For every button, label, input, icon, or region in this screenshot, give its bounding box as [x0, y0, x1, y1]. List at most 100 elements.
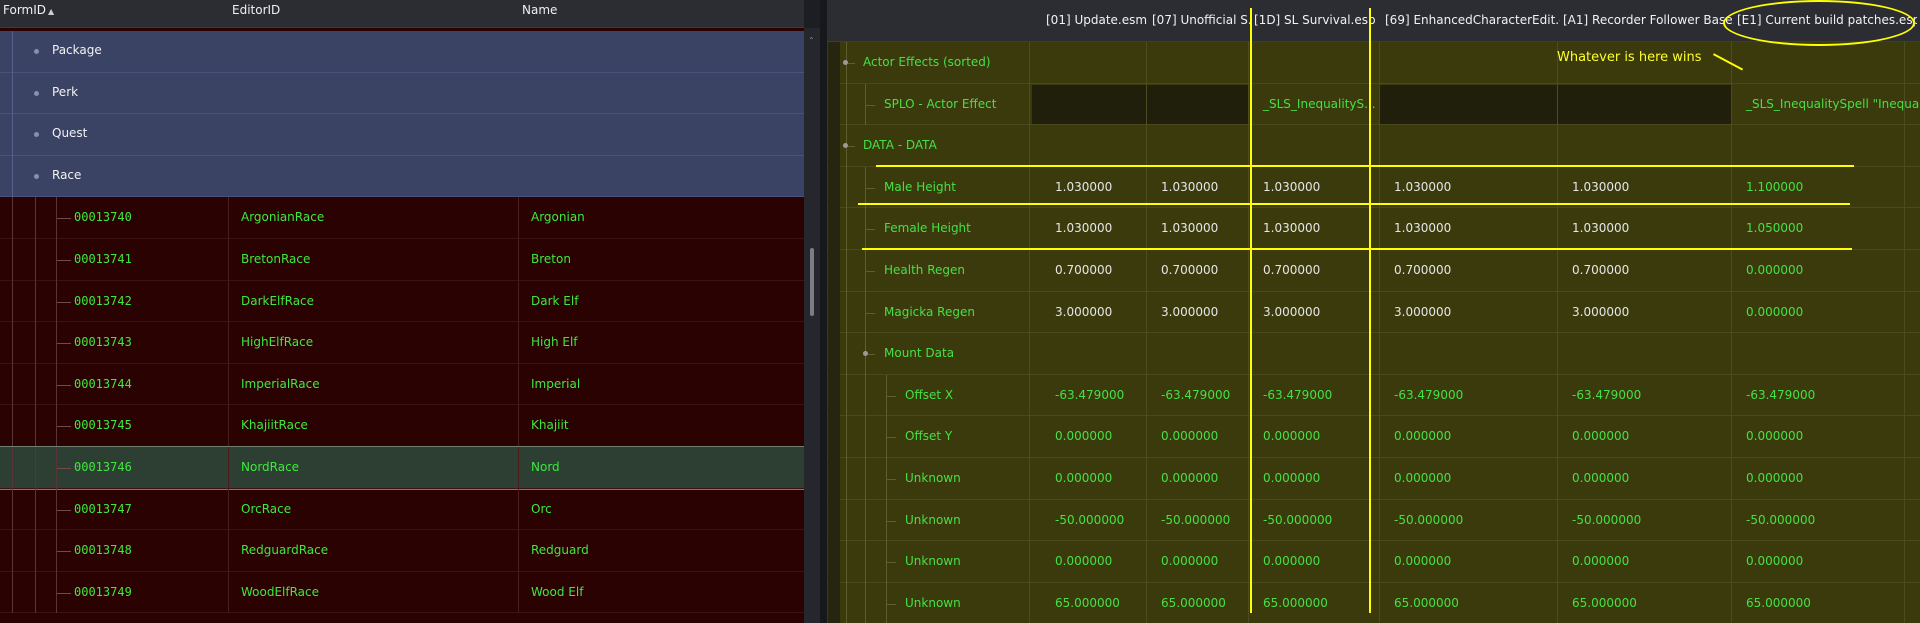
scrollbar-thumb[interactable]	[810, 248, 814, 316]
field-value[interactable]: 0.000000	[1394, 429, 1451, 443]
field-value[interactable]: 65.000000	[1746, 596, 1811, 610]
field-value[interactable]: 0.000000	[1746, 429, 1803, 443]
field-value[interactable]: 65.000000	[1161, 596, 1226, 610]
field-value[interactable]: 65.000000	[1572, 596, 1637, 610]
field-value[interactable]: 0.000000	[1161, 554, 1218, 568]
record-row[interactable]: 00013748 RedguardRace Redguard	[0, 530, 804, 572]
plugin-column-header[interactable]: [07] Unofficial S...	[1149, 0, 1251, 42]
field-row[interactable]: Unknown 0.000000 0.000000 0.000000 0.000000 0…	[827, 541, 1920, 583]
field-row[interactable]: SPLO - Actor Effect _SLS_InequalityS... _S…	[827, 83, 1920, 126]
field-value[interactable]: -63.479000	[1394, 388, 1463, 402]
field-value[interactable]: -50.000000	[1161, 513, 1230, 527]
field-row[interactable]: Offset Y 0.000000 0.000000 0.000000 0.000000…	[827, 416, 1920, 458]
plugin-column-header[interactable]: [1D] SL Survival.esp	[1251, 0, 1382, 42]
field-value[interactable]: 1.030000	[1394, 180, 1451, 194]
field-value[interactable]: -63.479000	[1055, 388, 1124, 402]
field-value[interactable]: 0.000000	[1746, 263, 1803, 277]
field-value[interactable]: -63.479000	[1572, 388, 1641, 402]
field-value[interactable]: 1.030000	[1263, 221, 1320, 235]
record-row[interactable]: 00013749 WoodElfRace Wood Elf	[0, 571, 804, 614]
expand-node-icon[interactable]	[34, 90, 39, 96]
field-value[interactable]: 1.030000	[1572, 180, 1629, 194]
field-value[interactable]: 0.000000	[1161, 429, 1218, 443]
field-value[interactable]: _SLS_InequalityS...	[1263, 97, 1376, 111]
field-value[interactable]: -50.000000	[1055, 513, 1124, 527]
field-value[interactable]: 65.000000	[1394, 596, 1459, 610]
field-value[interactable]: 0.000000	[1055, 429, 1112, 443]
field-value[interactable]: 0.000000	[1572, 471, 1629, 485]
record-row[interactable]: 00013743 HighElfRace High Elf	[0, 322, 804, 364]
field-value[interactable]: 1.100000	[1746, 180, 1803, 194]
expand-node-icon[interactable]	[34, 49, 39, 54]
column-header-editorid[interactable]: EditorID	[229, 0, 280, 28]
record-row[interactable]: 00013747 OrcRace Orc	[0, 488, 804, 531]
field-row[interactable]: Mount Data	[827, 333, 1920, 375]
field-value[interactable]: -63.479000	[1746, 388, 1815, 402]
field-value[interactable]: 0.000000	[1746, 554, 1803, 568]
field-value[interactable]: -63.479000	[1263, 388, 1332, 402]
field-value[interactable]: 1.030000	[1263, 180, 1320, 194]
field-value[interactable]: 0.000000	[1394, 554, 1451, 568]
tree-group-quest[interactable]: Quest	[0, 114, 804, 156]
field-value[interactable]: 1.030000	[1055, 221, 1112, 235]
field-value[interactable]: 1.030000	[1394, 221, 1451, 235]
field-value[interactable]: 0.000000	[1263, 429, 1320, 443]
plugin-column-header[interactable]: [A1] Recorder Follower Base.esp	[1560, 0, 1734, 42]
record-row[interactable]: 00013742 DarkElfRace Dark Elf	[0, 280, 804, 323]
expand-node-icon[interactable]	[34, 173, 39, 179]
field-value[interactable]: 0.700000	[1394, 263, 1451, 277]
plugin-column-header[interactable]: [01] Update.esm	[1043, 0, 1149, 42]
field-row[interactable]: Female Height 1.030000 1.030000 1.030000 1.0…	[827, 208, 1920, 250]
record-list-scrollbar[interactable]: ⌃	[804, 28, 820, 623]
field-value[interactable]: 0.000000	[1055, 554, 1112, 568]
record-row[interactable]: 00013745 KhajiitRace Khajiit	[0, 405, 804, 447]
field-value[interactable]: 0.000000	[1746, 305, 1803, 319]
record-row[interactable]: 00013746 NordRace Nord	[0, 445, 804, 490]
field-value[interactable]: 3.000000	[1572, 305, 1629, 319]
field-row[interactable]: Health Regen 0.700000 0.700000 0.700000 0.70…	[827, 249, 1920, 292]
field-value[interactable]: 0.000000	[1572, 554, 1629, 568]
field-value[interactable]: 0.000000	[1746, 471, 1803, 485]
field-value[interactable]: 0.000000	[1161, 471, 1218, 485]
field-row[interactable]: Unknown 65.000000 65.000000 65.000000 65.000…	[827, 582, 1920, 623]
field-value[interactable]: -50.000000	[1394, 513, 1463, 527]
field-value[interactable]: 1.030000	[1572, 221, 1629, 235]
field-value[interactable]: 65.000000	[1055, 596, 1120, 610]
expand-node-icon[interactable]	[34, 132, 39, 138]
field-value[interactable]: 3.000000	[1161, 305, 1218, 319]
field-value[interactable]: 3.000000	[1263, 305, 1320, 319]
field-value[interactable]: 0.000000	[1572, 429, 1629, 443]
field-value[interactable]: 0.700000	[1055, 263, 1112, 277]
field-value[interactable]: 0.000000	[1055, 471, 1112, 485]
field-value[interactable]: -50.000000	[1746, 513, 1815, 527]
field-value[interactable]: -50.000000	[1572, 513, 1641, 527]
field-value[interactable]: 0.700000	[1161, 263, 1218, 277]
field-value[interactable]: 0.000000	[1263, 471, 1320, 485]
field-value[interactable]: 65.000000	[1263, 596, 1328, 610]
scroll-up-icon[interactable]: ⌃	[808, 36, 815, 45]
column-header-name[interactable]: Name	[519, 0, 557, 28]
field-value[interactable]: 1.030000	[1161, 180, 1218, 194]
field-value[interactable]: -63.479000	[1161, 388, 1230, 402]
record-row[interactable]: 00013740 ArgonianRace Argonian	[0, 197, 804, 239]
field-value[interactable]: 1.050000	[1746, 221, 1803, 235]
field-value[interactable]: 0.700000	[1263, 263, 1320, 277]
field-value[interactable]: 1.030000	[1161, 221, 1218, 235]
column-header-formid[interactable]: FormID ▲	[0, 0, 54, 28]
record-row[interactable]: 00013741 BretonRace Breton	[0, 238, 804, 281]
field-value[interactable]: _SLS_InequalitySpell "Inequality" ...	[1746, 97, 1920, 111]
field-value[interactable]: 0.000000	[1263, 554, 1320, 568]
field-row[interactable]: Unknown 0.000000 0.000000 0.000000 0.000000 0…	[827, 457, 1920, 500]
field-value[interactable]: 0.000000	[1394, 471, 1451, 485]
field-row[interactable]: DATA - DATA	[827, 125, 1920, 167]
field-row[interactable]: Actor Effects (sorted)	[827, 42, 1920, 84]
tree-group-package[interactable]: Package	[0, 31, 804, 73]
field-value[interactable]: 3.000000	[1394, 305, 1451, 319]
pane-splitter[interactable]	[820, 0, 827, 623]
field-value[interactable]: 1.030000	[1055, 180, 1112, 194]
tree-group-perk[interactable]: Perk	[0, 72, 804, 115]
field-value[interactable]: 3.000000	[1055, 305, 1112, 319]
record-row[interactable]: 00013744 ImperialRace Imperial	[0, 363, 804, 406]
field-value[interactable]: 0.700000	[1572, 263, 1629, 277]
plugin-column-header[interactable]: [69] EnhancedCharacterEdit.esp	[1382, 0, 1560, 42]
